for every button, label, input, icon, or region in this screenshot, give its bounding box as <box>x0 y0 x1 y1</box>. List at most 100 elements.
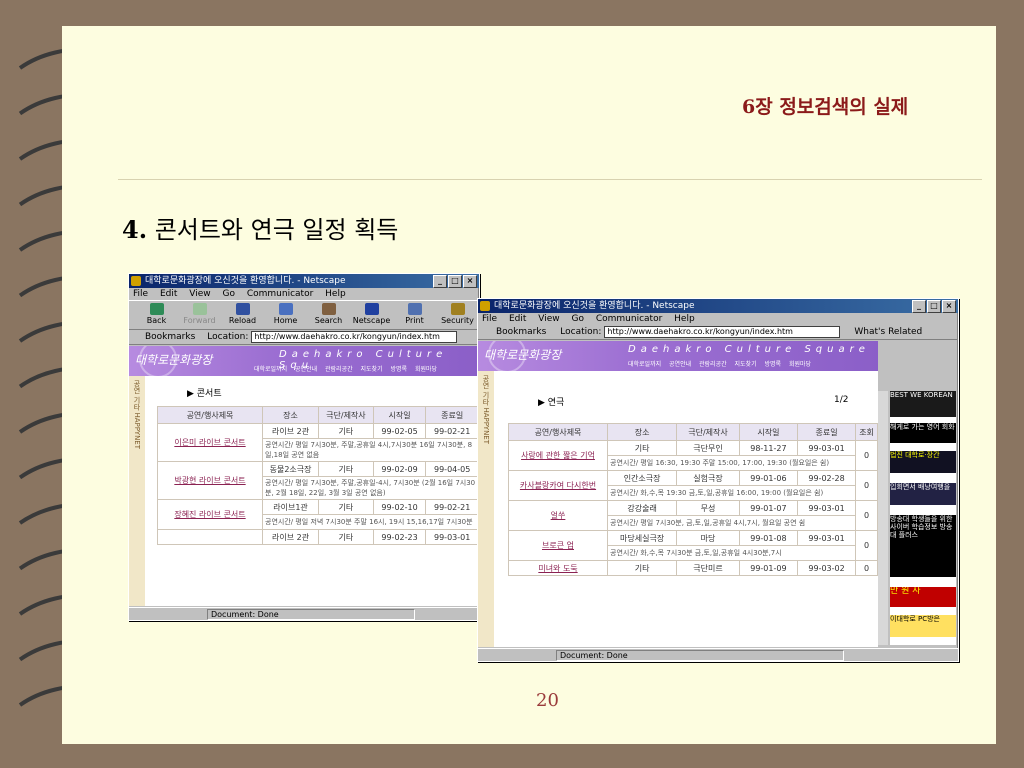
event-company: 마당 <box>676 530 740 546</box>
event-title-link[interactable]: 박광현 라이브 콘서트 <box>157 461 263 500</box>
menu-file[interactable]: File <box>133 289 148 299</box>
table-header-row: 공연/행사제목 장소 극단/제작사 시작일 종료일 <box>157 406 479 424</box>
event-title-link[interactable] <box>157 529 263 545</box>
col-title: 공연/행사제목 <box>157 406 263 424</box>
whats-related-button[interactable]: What's Related <box>854 325 922 339</box>
security-button[interactable]: Security <box>436 301 479 329</box>
maximize-button[interactable]: □ <box>927 300 941 313</box>
event-title-link[interactable]: 이은미 라이브 콘서트 <box>157 423 263 462</box>
forward-button[interactable]: Forward <box>178 301 221 329</box>
site-banner: 대학로문화광장 Daehakro Culture Square 대학로일까지 공… <box>478 341 878 373</box>
reload-button[interactable]: Reload <box>221 301 264 329</box>
location-label: Location: <box>207 332 249 342</box>
menu-view[interactable]: View <box>189 289 210 299</box>
browser-window-concert: 대학로문화광장에 오신것을 환영합니다. - Netscape _ □ × Fi… <box>128 273 480 621</box>
left-sidebar: 공연 기타 HAPPYNET <box>129 376 145 606</box>
col-title: 공연/행사제목 <box>508 423 608 441</box>
menu-help[interactable]: Help <box>674 314 695 324</box>
menu-communicator[interactable]: Communicator <box>247 289 313 299</box>
col-end: 종료일 <box>425 406 479 424</box>
event-title-link[interactable]: 장혜진 라이브 콘서트 <box>157 499 263 530</box>
site-nav[interactable]: 대학로일까지 공연안내 관람리공간 지도찾기 방명록 회원마당 <box>628 359 811 368</box>
minimize-button[interactable]: _ <box>433 275 447 288</box>
event-place: 강강술래 <box>606 500 678 516</box>
ad-banner[interactable]: 만 원 사 <box>890 587 956 607</box>
table-row: 라이브 2관 기타 99-02-23 99-03-01 <box>157 529 479 545</box>
window-title: 대학로문화광장에 오신것을 환영합니다. - Netscape <box>145 276 346 286</box>
table-row: 이은미 라이브 콘서트 라이브 2관 기타 99-02-05 99-02-21 <box>157 423 479 462</box>
event-description: 공연시간/ 평일 7시30분, 주말,공휴일 4시,7시30분 16일 7시30… <box>262 438 479 462</box>
event-start: 99-02-09 <box>372 461 427 477</box>
event-title-link[interactable]: 얼쑤 <box>508 500 608 531</box>
site-nav[interactable]: 대학로일까지 공연안내 관람리공간 지도찾기 방명록 회원마당 <box>254 364 437 373</box>
lock-icon <box>450 303 465 315</box>
close-button[interactable]: × <box>463 275 477 288</box>
url-field[interactable]: http://www.daehakro.co.kr/kongyun/index.… <box>604 326 841 338</box>
menu-communicator[interactable]: Communicator <box>596 314 662 324</box>
print-button[interactable]: Print <box>393 301 436 329</box>
event-company: 실험극장 <box>676 470 740 486</box>
event-company: 극단미르 <box>676 560 740 576</box>
menu-help[interactable]: Help <box>325 289 346 299</box>
window-titlebar: 대학로문화광장에 오신것을 환영합니다. - Netscape _ □ × <box>129 274 479 288</box>
site-logo[interactable]: 대학로문화광장 <box>484 346 561 363</box>
event-title-link[interactable]: 카사블랑카여 다시한번 <box>508 470 608 501</box>
event-views: 0 <box>855 560 878 576</box>
menu-go[interactable]: Go <box>571 314 583 324</box>
col-start: 시작일 <box>738 423 798 441</box>
event-end: 99-04-05 <box>425 461 479 477</box>
url-field[interactable]: http://www.daehakro.co.kr/kongyun/index.… <box>251 331 458 343</box>
left-sidebar: 공연 기타 HAPPYNET <box>478 371 494 647</box>
event-title-link[interactable]: 사랑에 관한 짧은 기억 <box>508 440 608 471</box>
reload-icon <box>235 303 250 315</box>
heading-text: 콘서트와 연극 일정 획득 <box>147 216 399 244</box>
back-button[interactable]: Back <box>135 301 178 329</box>
vertical-scrollbar[interactable] <box>878 391 888 645</box>
menu-go[interactable]: Go <box>222 289 234 299</box>
close-button[interactable]: × <box>942 300 956 313</box>
event-description: 공연시간/ 평일 16:30, 19:30 주말 15:00, 17:00, 1… <box>606 455 857 471</box>
event-place: 라이브1관 <box>261 499 320 515</box>
ad-banner[interactable]: BEST WE KOREAN <box>890 391 956 417</box>
sidebar-text: 공연 기타 HAPPYNET <box>133 380 141 450</box>
site-logo[interactable]: 대학로문화광장 <box>135 351 212 368</box>
menu-bar: File Edit View Go Communicator Help <box>129 288 479 300</box>
col-place: 장소 <box>261 406 320 424</box>
event-title-link[interactable]: 미녀와 도둑 <box>508 560 608 576</box>
home-icon <box>278 303 293 315</box>
status-text: Document: Done <box>556 650 844 661</box>
maximize-button[interactable]: □ <box>448 275 462 288</box>
bookmarks-button[interactable]: Bookmarks <box>145 330 195 344</box>
menu-edit[interactable]: Edit <box>160 289 177 299</box>
col-place: 장소 <box>606 423 678 441</box>
window-controls: _ □ × <box>433 275 477 288</box>
table-row: 사랑에 관한 짧은 기억 기타 극단무인 98-11-27 99-03-01 0 <box>508 440 878 471</box>
menu-file[interactable]: File <box>482 314 497 324</box>
ad-banner[interactable]: 법진 대학로·장간 <box>890 451 956 473</box>
event-description: 공연시간/ 평일 7시30분, 주말,공휴일-4시, 7시30분 (2월 16일… <box>262 476 479 500</box>
event-views: 0 <box>855 500 878 531</box>
event-start: 98-11-27 <box>738 440 798 456</box>
event-title-link[interactable]: 브로큰 업 <box>508 530 608 561</box>
page-content: 대학로문화광장 Daehakro Culture Squ 대학로일까지 공연안내… <box>129 346 479 606</box>
minimize-button[interactable]: _ <box>912 300 926 313</box>
event-end: 99-02-21 <box>425 423 479 439</box>
page-number: 20 <box>536 690 559 711</box>
netscape-button[interactable]: Netscape <box>350 301 393 329</box>
bookmarks-button[interactable]: Bookmarks <box>496 325 546 339</box>
event-start: 99-01-06 <box>738 470 798 486</box>
event-start: 99-01-07 <box>738 500 798 516</box>
home-button[interactable]: Home <box>264 301 307 329</box>
ad-banner[interactable]: 입회면서 배낭여행을 <box>890 483 956 505</box>
ad-banner[interactable]: 방송대 학생들을 위한 사이버 학습정보 방송대 플러스 <box>890 515 956 577</box>
menu-edit[interactable]: Edit <box>509 314 526 324</box>
location-bar: Bookmarks Location: http://www.daehakro.… <box>478 325 958 340</box>
ad-banner[interactable]: 해게로 가는 영어 회화 <box>890 423 956 443</box>
ad-banner[interactable]: 이대학로 PC방은 <box>890 615 956 637</box>
menu-view[interactable]: View <box>538 314 559 324</box>
window-controls: _ □ × <box>912 300 956 313</box>
table-header-row: 공연/행사제목 장소 극단/제작사 시작일 종료일 조회 <box>508 423 878 441</box>
search-icon <box>321 303 336 315</box>
event-end: 99-03-01 <box>796 530 857 546</box>
search-button[interactable]: Search <box>307 301 350 329</box>
